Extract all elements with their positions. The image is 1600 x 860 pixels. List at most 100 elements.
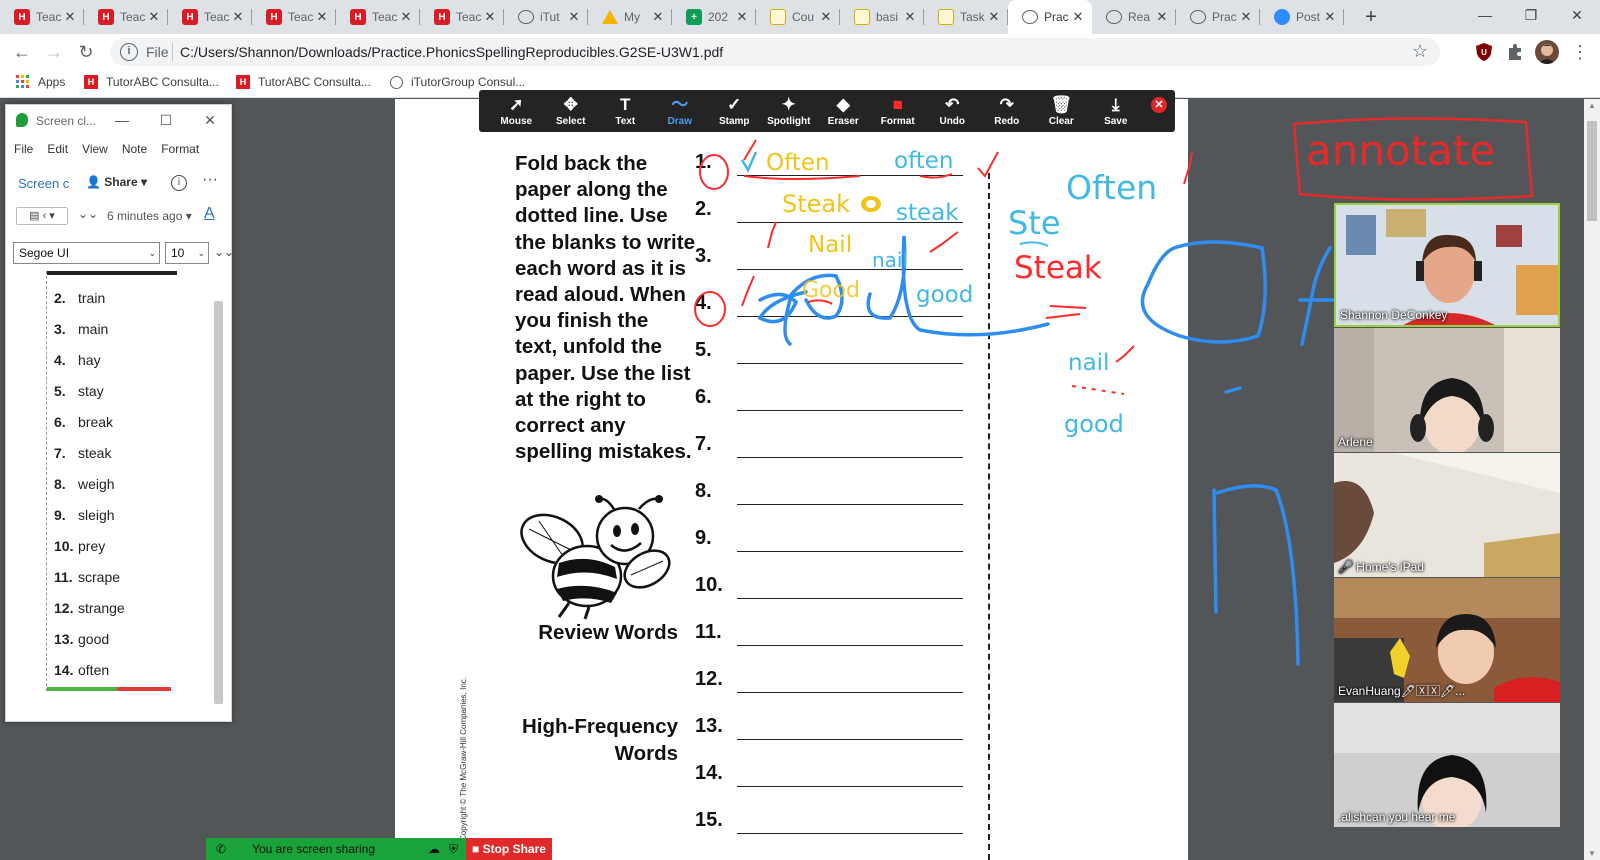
onenote-menu-format[interactable]: Format <box>161 142 199 156</box>
onenote-menu-edit[interactable]: Edit <box>47 142 68 156</box>
tab-close-icon[interactable]: ✕ <box>230 9 246 25</box>
tab-close-icon[interactable]: ✕ <box>1070 9 1086 25</box>
browser-tab[interactable]: Prac ✕ <box>1176 0 1260 34</box>
browser-tab[interactable]: Rea ✕ <box>1092 0 1176 34</box>
profile-avatar[interactable] <box>1535 40 1559 64</box>
draw-icon: 〜 <box>671 95 689 114</box>
bookmark-itutorgroup[interactable]: iTutorGroup Consul... <box>390 75 525 89</box>
minimize-button[interactable]: — <box>1462 0 1508 32</box>
onenote-section-tab[interactable]: Screen c <box>18 176 69 191</box>
address-bar[interactable]: i File C:/Users/Shannon/Downloads/Practi… <box>110 38 1440 66</box>
video-tile-shannon[interactable]: Shannon DeConkey <box>1334 203 1560 327</box>
onenote-menu-view[interactable]: View <box>82 142 108 156</box>
tab-close-icon[interactable]: ✕ <box>1238 9 1254 25</box>
tab-close-icon[interactable]: ✕ <box>398 9 414 25</box>
tab-close-icon[interactable]: ✕ <box>902 9 918 25</box>
clip-item-word: strange <box>78 600 125 616</box>
browser-tab[interactable]: H Teac ✕ <box>84 0 168 34</box>
scroll-thumb[interactable] <box>1587 121 1597 221</box>
tab-close-icon[interactable]: ✕ <box>482 9 498 25</box>
tool-undo-button[interactable]: ↶ Undo <box>925 90 980 132</box>
tool-stamp-button[interactable]: ✓ Stamp <box>707 90 762 132</box>
browser-menu-icon[interactable]: ⋮ <box>1566 38 1594 66</box>
clip-item-word: often <box>78 662 110 678</box>
tab-close-icon[interactable]: ✕ <box>146 9 162 25</box>
close-annotation-icon[interactable]: ✕ <box>1151 97 1167 113</box>
browser-tab[interactable]: iTut ✕ <box>504 0 588 34</box>
last-edited-time[interactable]: 6 minutes ago ▾ <box>107 209 192 223</box>
back-button[interactable]: ← <box>8 38 36 66</box>
browser-tab[interactable]: H Teac ✕ <box>420 0 504 34</box>
font-size-select[interactable]: 10 ⌄ <box>165 242 209 264</box>
scroll-down-icon[interactable]: ▼ <box>1588 849 1596 858</box>
video-tile-evanhuang[interactable]: EvanHuang🖊🅇🅇🖊... <box>1334 578 1560 702</box>
browser-tab[interactable]: H Teac ✕ <box>0 0 84 34</box>
browser-tab[interactable]: H Teac ✕ <box>336 0 420 34</box>
scroll-up-icon[interactable]: ▲ <box>1588 101 1596 110</box>
tool-save-button[interactable]: ⤓ Save <box>1089 90 1144 132</box>
browser-tab[interactable]: basi ✕ <box>840 0 924 34</box>
tab-close-icon[interactable]: ✕ <box>62 9 78 25</box>
tab-close-icon[interactable]: ✕ <box>314 9 330 25</box>
info-icon[interactable]: i <box>171 175 187 191</box>
extensions-puzzle-icon[interactable] <box>1505 42 1525 62</box>
tool-text-button[interactable]: T Text <box>598 90 653 132</box>
tool-redo-button[interactable]: ↷ Redo <box>980 90 1035 132</box>
tool-eraser-button[interactable]: ◆ Eraser <box>816 90 871 132</box>
onenote-scrollbar[interactable] <box>214 301 223 704</box>
forward-button[interactable]: → <box>40 38 68 66</box>
ublock-extension-icon[interactable]: U <box>1474 42 1494 62</box>
browser-tab[interactable]: My ✕ <box>588 0 672 34</box>
blank-row: 11. <box>695 621 965 651</box>
close-window-button[interactable]: ✕ <box>1554 0 1600 32</box>
tab-title: basi <box>876 10 899 24</box>
onenote-maximize-button[interactable]: ☐ <box>154 109 178 131</box>
font-family-select[interactable]: Segoe UI ⌄ <box>13 242 160 264</box>
site-info-icon[interactable]: i <box>120 43 138 61</box>
tool-spotlight-button[interactable]: ✦ Spotlight <box>762 90 817 132</box>
font-color-icon[interactable]: A <box>204 205 215 223</box>
onenote-close-button[interactable]: ✕ <box>198 109 222 131</box>
tab-close-icon[interactable]: ✕ <box>1154 9 1170 25</box>
more-options-icon[interactable]: ··· <box>202 171 218 189</box>
bookmark-tutorabc-1[interactable]: H TutorABC Consulta... <box>84 75 219 89</box>
expand-chevron-icon[interactable]: ⌄⌄ <box>78 207 98 221</box>
tool-clear-button[interactable]: 🗑 Clear <box>1034 90 1089 132</box>
video-tile-homes-ipad[interactable]: 🎤 Home's iPad <box>1334 453 1560 577</box>
restore-button[interactable]: ❐ <box>1508 0 1554 32</box>
reload-button[interactable]: ↻ <box>72 38 100 66</box>
onenote-menu-file[interactable]: File <box>14 142 33 156</box>
onenote-minimize-button[interactable]: — <box>110 109 134 131</box>
bookmark-apps[interactable]: Apps <box>16 75 65 89</box>
tool-draw-button[interactable]: 〜 Draw <box>653 90 708 132</box>
tab-close-icon[interactable]: ✕ <box>566 9 582 25</box>
url-text[interactable]: C:/Users/Shannon/Downloads/Practice.Phon… <box>180 44 723 60</box>
browser-tab[interactable]: H Teac ✕ <box>252 0 336 34</box>
onenote-share-button[interactable]: 👤 Share ▾ <box>86 175 147 189</box>
sharing-status[interactable]: ✆ You are screen sharing ☁ ⛨ <box>206 838 466 860</box>
page-view-button[interactable]: ▤ ‹ ▾ <box>16 207 68 225</box>
browser-tab[interactable]: Prac ✕ <box>1008 0 1092 34</box>
tab-close-icon[interactable]: ✕ <box>986 9 1002 25</box>
browser-tab[interactable]: H Teac ✕ <box>168 0 252 34</box>
bookmark-tutorabc-2[interactable]: H TutorABC Consulta... <box>236 75 371 89</box>
tool-select-button[interactable]: ✥ Select <box>544 90 599 132</box>
bookmark-star-icon[interactable]: ☆ <box>1412 41 1428 62</box>
video-tile-arlene[interactable]: Arlene <box>1334 328 1560 452</box>
browser-tab[interactable]: Task ✕ <box>924 0 1008 34</box>
tab-close-icon[interactable]: ✕ <box>818 9 834 25</box>
page-scrollbar[interactable]: ▲ ▼ <box>1584 99 1600 860</box>
new-tab-button[interactable]: + <box>1357 4 1385 30</box>
onenote-menu-note[interactable]: Note <box>122 142 147 156</box>
more-format-chevron-icon[interactable]: ⌄⌄ <box>214 245 234 259</box>
tool-mouse-button[interactable]: ➚ Mouse <box>489 90 544 132</box>
stop-share-button[interactable]: ■ Stop Share <box>466 838 552 860</box>
tab-close-icon[interactable]: ✕ <box>734 9 750 25</box>
tab-close-icon[interactable]: ✕ <box>1322 9 1338 25</box>
browser-tab[interactable]: Cou ✕ <box>756 0 840 34</box>
browser-tab[interactable]: +202 ✕ <box>672 0 756 34</box>
browser-tab[interactable]: Post ✕ <box>1260 0 1344 34</box>
tab-close-icon[interactable]: ✕ <box>650 9 666 25</box>
tool-format-button[interactable]: ■ Format <box>871 90 926 132</box>
video-tile-alish[interactable]: .alishcan you hear me <box>1334 703 1560 827</box>
